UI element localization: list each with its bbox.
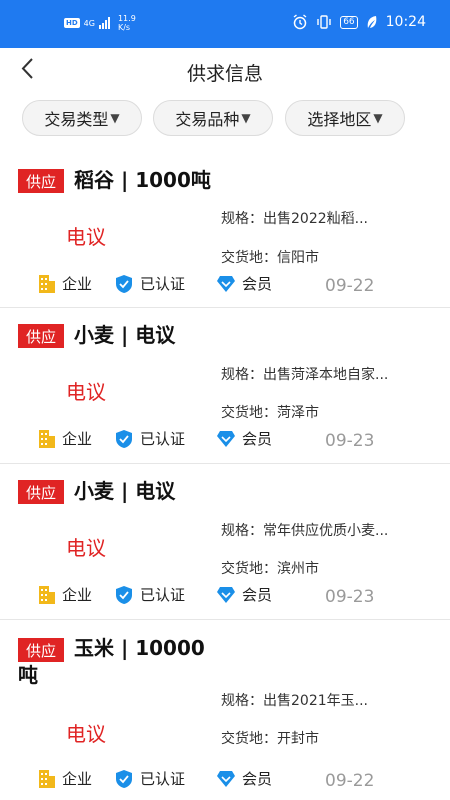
- listing-date: 09-23: [325, 431, 375, 451]
- listing-card[interactable]: 供应 稻谷 | 1000吨 规格：出售2022籼稻... 电议 交货地：信阳市 …: [0, 155, 450, 308]
- certified-badge: 已认证: [114, 768, 185, 789]
- listing-price: 电议: [66, 225, 106, 249]
- member-badge: 会员: [216, 584, 272, 605]
- leaf-icon: [367, 16, 376, 28]
- caret-down-icon: ▼: [373, 111, 383, 125]
- supply-tag: 供应: [18, 480, 64, 504]
- vibrate-icon: [317, 15, 331, 29]
- building-icon: [39, 429, 55, 448]
- shield-icon: [116, 769, 132, 788]
- filter-variety[interactable]: 交易品种 ▼: [153, 100, 273, 136]
- filter-trade-type[interactable]: 交易类型 ▼: [22, 100, 142, 136]
- certified-label: 已认证: [140, 430, 186, 448]
- caret-down-icon: ▼: [110, 111, 120, 125]
- member-label: 会员: [242, 770, 273, 788]
- building-icon: [39, 274, 55, 293]
- alarm-icon: [293, 14, 307, 30]
- enterprise-label: 企业: [62, 586, 93, 604]
- member-label: 会员: [242, 430, 273, 448]
- enterprise-badge: 企业: [38, 768, 92, 789]
- certified-badge: 已认证: [114, 273, 185, 294]
- filter-bar: 交易类型 ▼ 交易品种 ▼ 选择地区 ▼: [0, 100, 450, 140]
- caret-down-icon: ▼: [241, 111, 251, 125]
- member-badge: 会员: [216, 273, 272, 294]
- clock: 10:24: [385, 14, 426, 30]
- enterprise-badge: 企业: [38, 428, 92, 449]
- member-badge: 会员: [216, 428, 272, 449]
- battery-icon: 66: [340, 15, 358, 29]
- filter-label: 交易品种: [175, 110, 240, 129]
- listing-date: 09-22: [325, 276, 375, 296]
- member-label: 会员: [242, 275, 273, 293]
- nav-bar: 供求信息: [0, 48, 450, 94]
- diamond-icon: [217, 770, 235, 787]
- filter-label: 选择地区: [307, 110, 372, 129]
- enterprise-label: 企业: [62, 430, 93, 448]
- listing-place: 交货地：菏泽市: [221, 405, 319, 421]
- listing-price: 电议: [66, 536, 106, 560]
- hd-badge: HD: [64, 18, 80, 28]
- enterprise-label: 企业: [62, 770, 93, 788]
- enterprise-label: 企业: [62, 275, 93, 293]
- listing-spec: 规格：出售2021年玉...: [221, 693, 368, 709]
- status-bar: HD 4G 11.9 K/s 66 10:24: [0, 0, 450, 48]
- shield-icon: [116, 274, 132, 293]
- filter-region[interactable]: 选择地区 ▼: [285, 100, 405, 136]
- listing-spec: 规格：常年供应优质小麦...: [221, 523, 389, 539]
- enterprise-badge: 企业: [38, 273, 92, 294]
- listing-price: 电议: [66, 722, 106, 746]
- listing-date: 09-22: [325, 771, 375, 791]
- diamond-icon: [217, 275, 235, 292]
- listing-spec: 规格：出售2022籼稻...: [221, 211, 368, 227]
- building-icon: [39, 769, 55, 788]
- member-label: 会员: [242, 586, 273, 604]
- supply-tag: 供应: [18, 324, 64, 348]
- listing-title: 玉米 | 10000吨: [18, 636, 205, 687]
- diamond-icon: [217, 430, 235, 447]
- listing-price: 电议: [66, 380, 106, 404]
- listing-title: 稻谷 | 1000吨: [74, 168, 211, 192]
- listing-place: 交货地：信阳市: [221, 250, 319, 266]
- certified-label: 已认证: [140, 770, 186, 788]
- certified-label: 已认证: [140, 586, 186, 604]
- building-icon: [39, 585, 55, 604]
- listing-spec: 规格：出售菏泽本地自家...: [221, 367, 389, 383]
- member-badge: 会员: [216, 768, 272, 789]
- listing-card[interactable]: 供应 小麦 | 电议 规格：出售菏泽本地自家... 电议 交货地：菏泽市 企业 …: [0, 309, 450, 464]
- page-title: 供求信息: [186, 63, 263, 85]
- listing-date: 09-23: [325, 587, 375, 607]
- supply-tag: 供应: [18, 169, 64, 193]
- shield-icon: [116, 429, 132, 448]
- signal-icon: [98, 17, 110, 29]
- speed-value: 11.9: [117, 14, 136, 23]
- certified-badge: 已认证: [114, 584, 185, 605]
- listing-card[interactable]: 供应 玉米 | 10000吨 规格：出售2021年玉... 电议 交货地：开封市…: [0, 621, 450, 800]
- listing-card[interactable]: 供应 小麦 | 电议 规格：常年供应优质小麦... 电议 交货地：滨州市 企业 …: [0, 465, 450, 620]
- listing-place: 交货地：滨州市: [221, 561, 319, 577]
- listing-place: 交货地：开封市: [221, 731, 319, 747]
- diamond-icon: [217, 586, 235, 603]
- speed-unit: K/s: [117, 23, 131, 32]
- listing-title: 小麦 | 电议: [74, 323, 176, 347]
- network-speed: 11.9 K/s: [118, 14, 136, 32]
- shield-icon: [116, 585, 132, 604]
- filter-label: 交易类型: [44, 110, 109, 129]
- network-type: 4G: [83, 18, 95, 28]
- enterprise-badge: 企业: [38, 584, 92, 605]
- listing-title: 小麦 | 电议: [74, 479, 176, 503]
- certified-badge: 已认证: [114, 428, 185, 449]
- certified-label: 已认证: [140, 275, 186, 293]
